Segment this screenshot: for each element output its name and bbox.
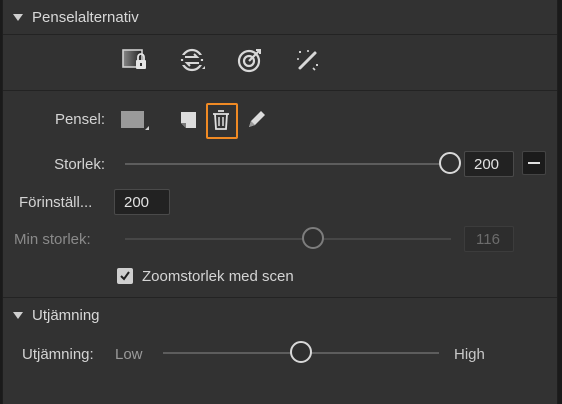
min-size-label: Min storlek:	[14, 231, 91, 248]
target-brush-icon[interactable]	[233, 45, 267, 75]
zoom-size-checkbox[interactable]	[117, 268, 133, 284]
magic-wand-brush-icon[interactable]	[291, 45, 325, 75]
brush-label: Pensel:	[54, 111, 105, 128]
minus-icon	[528, 162, 540, 164]
min-size-slider-knob[interactable]	[302, 227, 324, 249]
collapse-triangle-icon[interactable]	[13, 13, 23, 21]
smoothing-high-label: High	[454, 346, 485, 363]
size-slider-knob[interactable]	[439, 152, 461, 174]
size-slider-track[interactable]	[125, 163, 451, 165]
size-value-field[interactable]: 200	[464, 151, 514, 177]
delete-brush-highlight	[206, 103, 238, 139]
preset-size-field[interactable]: 200	[114, 189, 170, 215]
smoothing-label: Utjämning:	[22, 346, 94, 363]
smoothing-section-header[interactable]: Utjämning	[3, 300, 557, 330]
zoom-size-label[interactable]: Zoomstorlek med scen	[142, 268, 294, 285]
checkmark-icon	[120, 271, 130, 281]
min-size-value-field[interactable]: 116	[464, 226, 514, 252]
brush-options-title: Penselalternativ	[32, 8, 139, 26]
smoothing-low-label: Low	[115, 346, 143, 363]
brush-preset-swatch-icon[interactable]	[118, 105, 152, 135]
smoothing-slider-knob[interactable]	[290, 341, 312, 363]
collapse-triangle-icon[interactable]	[13, 311, 23, 319]
smoothing-title: Utjämning	[32, 306, 100, 324]
min-size-slider-track[interactable]	[125, 238, 451, 240]
brush-options-panel: Penselalternativ Pensel: Storlek: 200 Fö…	[2, 0, 558, 404]
toolbar-divider	[3, 90, 557, 91]
brush-options-section-header[interactable]: Penselalternativ	[3, 2, 557, 32]
size-minus-button[interactable]	[522, 151, 546, 175]
section-divider	[3, 297, 557, 298]
header-divider	[3, 34, 557, 35]
brush-mode-swap-icon[interactable]	[176, 45, 210, 75]
size-label: Storlek:	[54, 156, 105, 173]
preset-size-label: Förinställ...	[19, 194, 93, 211]
masked-gradient-lock-icon[interactable]	[118, 45, 152, 75]
new-brush-preset-icon[interactable]	[171, 105, 205, 135]
edit-brush-icon[interactable]	[239, 105, 273, 135]
